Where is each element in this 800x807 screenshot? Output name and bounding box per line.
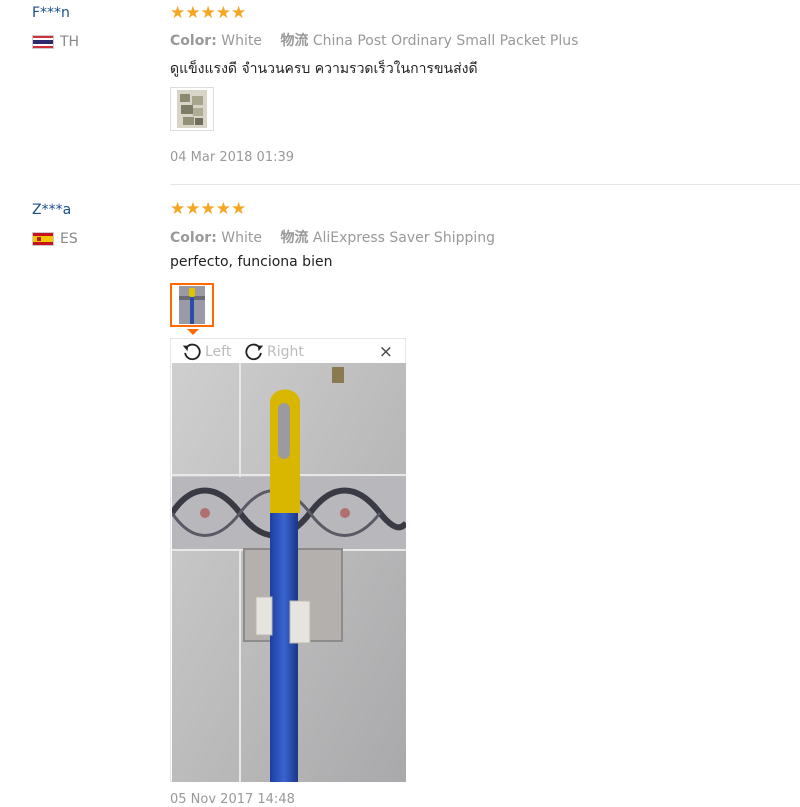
- country-code: TH: [60, 34, 80, 50]
- reviewer-name: F***n: [32, 5, 70, 21]
- spain-flag-icon: [32, 232, 54, 246]
- shipping-label: 物流: [280, 33, 309, 49]
- close-icon[interactable]: ×: [379, 342, 393, 362]
- rotate-right-label: Right: [267, 344, 304, 360]
- country-code: ES: [60, 231, 78, 247]
- image-viewer: Left Right ×: [170, 338, 406, 782]
- photo-thumbnail-image: [179, 286, 205, 324]
- color-label: Color:: [170, 33, 217, 49]
- rotate-right-button[interactable]: Right: [243, 341, 304, 363]
- reviewer-name: Z***a: [32, 202, 72, 218]
- order-info: Color: White 物流 China Post Ordinary Smal…: [170, 30, 578, 50]
- shipping-value: China Post Ordinary Small Packet Plus: [312, 33, 579, 49]
- review-photo-image: [172, 363, 406, 782]
- rotate-left-label: Left: [205, 344, 232, 360]
- star-rating: ★★★★★: [170, 199, 247, 219]
- rotate-right-icon: [245, 343, 264, 361]
- shipping-value: AliExpress Saver Shipping: [312, 230, 496, 246]
- review-photo-thumbnail[interactable]: [170, 87, 214, 131]
- review-divider: [170, 184, 800, 185]
- review-text: ดูแข็งแรงดี จำนวนครบ ความรวดเร็วในการขนส…: [170, 61, 478, 77]
- review-text: perfecto, funciona bien: [170, 254, 333, 270]
- thailand-flag-icon: [32, 35, 54, 49]
- photo-thumbnail-image: [177, 90, 207, 128]
- reviewer-country: ES: [32, 231, 78, 247]
- viewer-pointer: [187, 329, 199, 335]
- rotate-left-button[interactable]: Left: [181, 341, 231, 363]
- reviewer-country: TH: [32, 34, 79, 50]
- star-rating: ★★★★★: [170, 3, 247, 23]
- color-value: White: [221, 33, 262, 49]
- review-photo-thumbnail[interactable]: [170, 283, 214, 327]
- order-info: Color: White 物流 AliExpress Saver Shippin…: [170, 227, 495, 247]
- rotate-left-icon: [182, 343, 201, 361]
- color-value: White: [221, 230, 262, 246]
- review-photo-large: [172, 363, 406, 782]
- viewer-toolbar: Left Right ×: [171, 339, 405, 363]
- review-date: 04 Mar 2018 01:39: [170, 150, 295, 165]
- color-label: Color:: [170, 230, 217, 246]
- shipping-label: 物流: [280, 230, 309, 246]
